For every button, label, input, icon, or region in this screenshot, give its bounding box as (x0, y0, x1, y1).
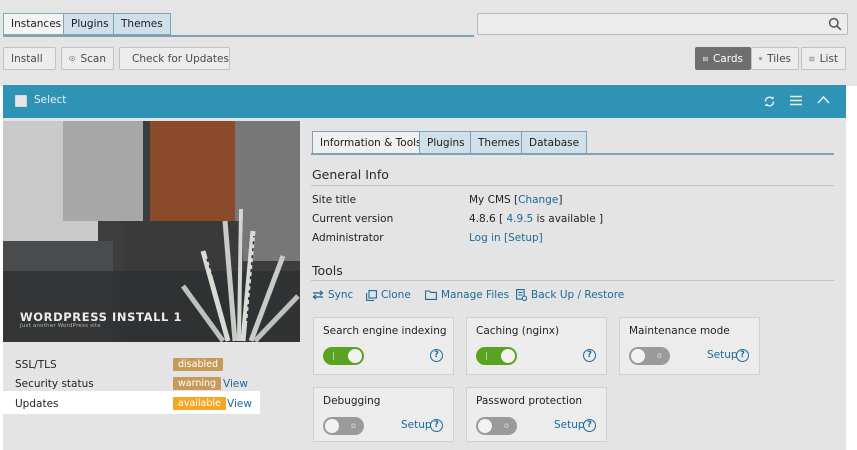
divider (311, 280, 834, 281)
site-title-label: Site title (312, 194, 357, 206)
detail-tab-underline (311, 153, 834, 155)
select-label: Select (34, 94, 67, 106)
search-indexing-toggle[interactable]: | (323, 347, 364, 365)
tab-detail-themes[interactable]: Themes (470, 131, 528, 154)
caching-toggle[interactable]: | (476, 347, 517, 365)
clone-tool[interactable]: Clone (366, 289, 411, 301)
install-button[interactable]: Install (3, 47, 56, 70)
tab-detail-database[interactable]: Database (521, 131, 588, 154)
plant-photo (3, 121, 300, 342)
login-link[interactable]: Log in (469, 232, 501, 244)
new-version-link[interactable]: 4.9.5 (507, 213, 534, 225)
select-checkbox[interactable] (15, 95, 27, 107)
tools-heading: Tools (312, 263, 343, 278)
tab-instances[interactable]: Instances (3, 13, 70, 35)
backup-restore-tool[interactable]: Back Up / Restore (516, 289, 624, 301)
card-password-protection: Password protection o Setup ? (466, 387, 607, 442)
debugging-toggle[interactable]: o (323, 417, 364, 435)
password-protection-toggle[interactable]: o (476, 417, 517, 435)
chevron-up-icon[interactable] (817, 95, 830, 104)
tab-underline (3, 35, 474, 37)
instance-header-bar: Select (3, 85, 846, 118)
view-tiles-button[interactable]: Tiles (751, 47, 799, 70)
backup-icon (516, 289, 527, 301)
card-title: Caching (nginx) (476, 325, 560, 337)
refresh-icon[interactable] (763, 95, 776, 108)
sync-tool[interactable]: Sync (312, 289, 353, 301)
search-input[interactable] (477, 13, 848, 35)
clone-icon (366, 289, 377, 301)
change-link[interactable]: Change (518, 194, 558, 206)
card-caching-nginx: Caching (nginx) | ? (466, 317, 607, 375)
updates-label: Updates (15, 398, 59, 410)
help-icon[interactable]: ? (583, 349, 596, 362)
check-updates-label: Check for Updates (132, 52, 229, 65)
manage-files-label: Manage Files (441, 289, 510, 301)
help-icon[interactable]: ? (430, 419, 443, 432)
setup-link[interactable]: Setup (707, 349, 738, 361)
view-cards-label: Cards (712, 52, 743, 65)
administrator-label: Administrator (312, 232, 384, 244)
scan-label: Scan (80, 52, 106, 65)
tab-themes[interactable]: Themes (113, 13, 171, 35)
maintenance-toggle[interactable]: o (629, 347, 670, 365)
instance-subtitle: Just another WordPress site (20, 323, 101, 329)
ssl-status-badge: disabled (173, 358, 223, 371)
eye-icon (69, 56, 76, 61)
card-search-engine-indexing: Search engine indexing | ? (313, 317, 454, 375)
security-view-link[interactable]: View (223, 378, 248, 390)
check-updates-button[interactable]: Check for Updates (119, 47, 230, 70)
sync-label: Sync (328, 289, 354, 301)
updates-status-badge: available (173, 397, 226, 410)
cards-icon (703, 56, 708, 61)
divider (311, 185, 834, 186)
current-version-label: Current version (312, 213, 394, 225)
help-icon[interactable]: ? (583, 419, 596, 432)
install-label: Install (11, 52, 43, 65)
tab-detail-plugins[interactable]: Plugins (419, 131, 473, 154)
search-icon[interactable] (828, 17, 842, 31)
scan-button[interactable]: Scan (61, 47, 114, 70)
site-title-value: My CMS [Change] (469, 194, 563, 206)
folder-icon (425, 290, 437, 300)
view-list-button[interactable]: List (801, 47, 846, 70)
site-screenshot[interactable]: WORDPRESS INSTALL 1 Just another WordPre… (3, 121, 300, 342)
tiles-icon (759, 56, 763, 61)
view-cards-button[interactable]: Cards (695, 47, 751, 70)
sync-icon (312, 290, 324, 300)
view-tiles-label: Tiles (767, 52, 791, 65)
security-status-badge: warning (173, 377, 222, 390)
help-icon[interactable]: ? (430, 349, 443, 362)
menu-icon[interactable] (790, 95, 802, 106)
instance-title: WORDPRESS INSTALL 1 (20, 310, 183, 324)
backup-restore-label: Back Up / Restore (531, 289, 625, 301)
clone-label: Clone (381, 289, 411, 301)
security-label: Security status (15, 378, 94, 390)
tab-plugins[interactable]: Plugins (63, 13, 117, 35)
tab-information-tools[interactable]: Information & Tools (312, 131, 430, 154)
card-title: Debugging (323, 395, 381, 407)
manage-files-tool[interactable]: Manage Files (425, 289, 509, 301)
setup-link[interactable]: Setup (401, 419, 432, 431)
current-version-value: 4.8.6 [ 4.9.5 is available ] (469, 213, 604, 225)
view-list-label: List (819, 52, 838, 65)
card-debugging: Debugging o Setup ? (313, 387, 454, 442)
updates-view-link[interactable]: View (227, 398, 252, 410)
card-maintenance-mode: Maintenance mode o Setup ? (619, 317, 760, 375)
ssl-label: SSL/TLS (15, 359, 57, 371)
card-title: Maintenance mode (629, 325, 730, 337)
admin-setup-link[interactable]: [Setup] (504, 232, 543, 244)
administrator-value: Log in [Setup] (469, 232, 543, 244)
card-title: Password protection (476, 395, 583, 407)
general-info-heading: General Info (312, 167, 389, 182)
list-icon (809, 56, 815, 61)
card-title: Search engine indexing (323, 325, 447, 337)
help-icon[interactable]: ? (736, 349, 749, 362)
setup-link[interactable]: Setup (554, 419, 585, 431)
